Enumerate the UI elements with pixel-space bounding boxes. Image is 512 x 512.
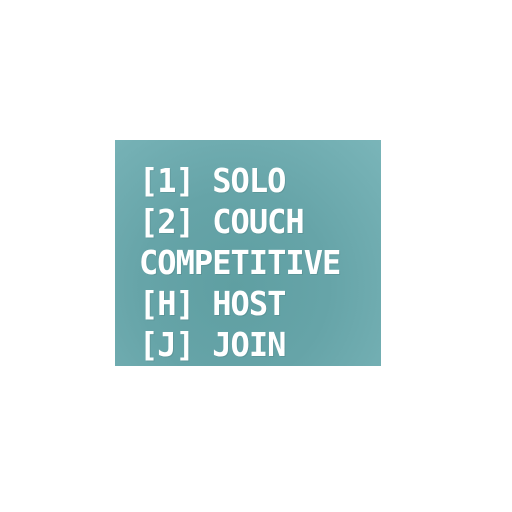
- menu-label-solo: SOLO: [212, 161, 286, 200]
- menu-key-solo: [1]: [139, 161, 213, 200]
- menu-key-couch: [2]: [139, 202, 213, 241]
- menu-label-join: JOIN: [212, 325, 286, 364]
- menu-item-join[interactable]: [J] JOIN: [139, 324, 374, 365]
- menu-key-join: [J]: [139, 325, 213, 364]
- game-screen: [1] SOLO [2] COUCH COMPETITIVE [H] HOST …: [0, 0, 512, 512]
- menu-label-competitive: COMPETITIVE: [139, 243, 341, 282]
- main-menu-panel: [1] SOLO [2] COUCH COMPETITIVE [H] HOST …: [115, 140, 381, 366]
- menu-label-host: HOST: [212, 284, 286, 323]
- menu-item-couch[interactable]: [2] COUCH: [139, 201, 374, 242]
- menu-label-couch: COUCH: [212, 202, 304, 241]
- menu-item-host[interactable]: [H] HOST: [139, 283, 374, 324]
- menu-key-host: [H]: [139, 284, 213, 323]
- menu-item-competitive[interactable]: COMPETITIVE: [139, 242, 374, 283]
- menu-item-solo[interactable]: [1] SOLO: [139, 160, 374, 201]
